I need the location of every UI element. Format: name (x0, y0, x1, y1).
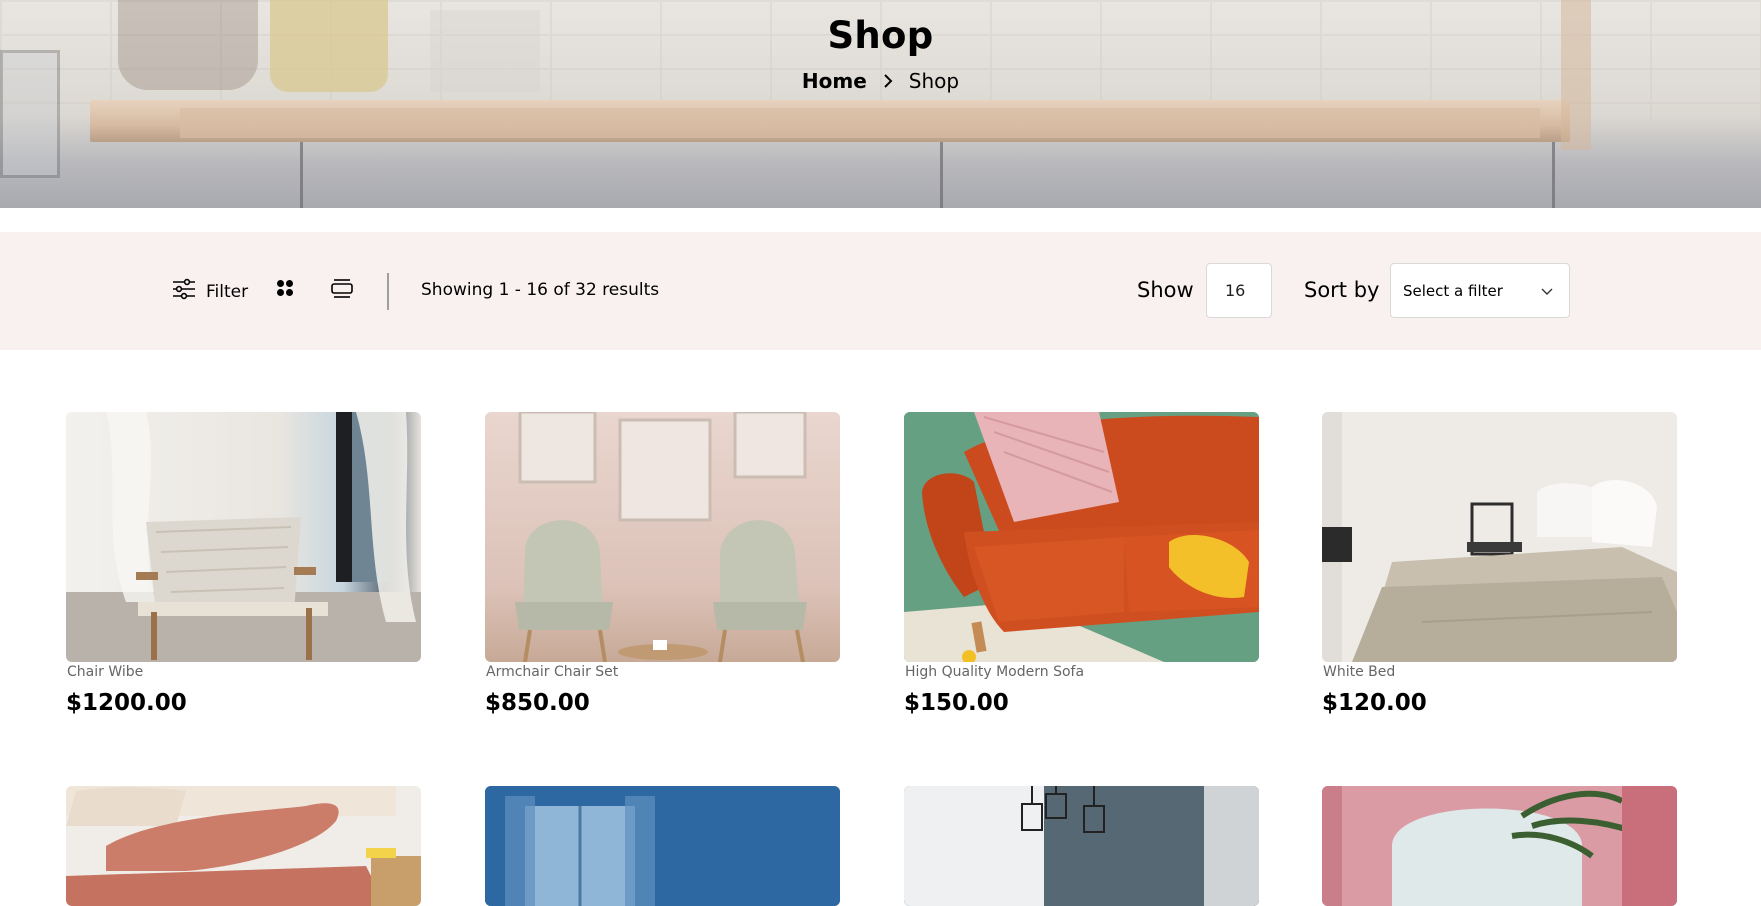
product-card[interactable] (485, 786, 840, 906)
filter-button[interactable]: Filter (172, 278, 248, 305)
hero-background-shelf-edge (180, 108, 1540, 138)
product-image-white-bed (1322, 412, 1677, 662)
grid-view-button[interactable] (276, 278, 298, 302)
breadcrumb: Home Shop (0, 69, 1761, 93)
product-price: $120.00 (1322, 690, 1427, 716)
sort-select[interactable]: Select a filter (1390, 263, 1570, 318)
product-image[interactable] (485, 412, 840, 662)
product-image[interactable] (66, 786, 421, 906)
product-price: $1200.00 (66, 690, 187, 716)
product-image[interactable] (1322, 786, 1677, 906)
hero-shelf-bracket (940, 142, 943, 208)
product-image-modern-sofa (904, 412, 1259, 662)
product-image[interactable] (66, 412, 421, 662)
product-image-bedding (66, 786, 421, 906)
product-card[interactable] (66, 786, 421, 906)
chevron-down-icon (1541, 282, 1553, 300)
product-image[interactable] (485, 786, 840, 906)
product-image[interactable] (904, 786, 1259, 906)
product-image-armchair-set (515, 412, 807, 662)
product-card[interactable]: High Quality Modern Sofa $150.00 (904, 412, 1259, 716)
product-name[interactable]: Chair Wibe (66, 664, 421, 680)
product-image-dining-room (904, 786, 1259, 906)
hero-shelf-bracket (1552, 142, 1555, 208)
product-image-blue-room (485, 786, 840, 906)
product-price: $150.00 (904, 690, 1009, 716)
product-image[interactable] (904, 412, 1259, 662)
product-card[interactable]: Armchair Chair Set $850.00 (485, 412, 840, 716)
product-image[interactable] (1322, 412, 1677, 662)
page-hero-banner: Shop Home Shop (0, 0, 1761, 208)
product-price: $850.00 (485, 690, 590, 716)
product-card[interactable]: Chair Wibe $1200.00 (66, 412, 421, 716)
hero-shelf-bracket (300, 142, 303, 208)
chevron-right-icon (879, 72, 897, 90)
product-name[interactable]: High Quality Modern Sofa (904, 664, 1259, 680)
list-view-button[interactable] (330, 278, 356, 302)
product-image-chair-wibe (66, 412, 421, 662)
shop-toolbar: Filter Showing 1 - 16 of 32 results Show… (0, 232, 1761, 350)
product-name[interactable]: Armchair Chair Set (485, 664, 840, 680)
sort-select-value: Select a filter (1403, 281, 1503, 300)
list-view-icon (330, 278, 354, 302)
product-card[interactable]: White Bed $120.00 (1322, 412, 1677, 716)
product-card[interactable] (1322, 786, 1677, 906)
sliders-icon (172, 278, 196, 305)
show-label: Show (1137, 278, 1194, 302)
page-title: Shop (827, 14, 934, 57)
filter-label: Filter (206, 281, 249, 302)
breadcrumb-home-link[interactable]: Home (802, 69, 867, 93)
product-image-arch-room (1322, 786, 1677, 906)
product-name[interactable]: White Bed (1322, 664, 1677, 680)
product-card[interactable] (904, 786, 1259, 906)
grid-view-icon (276, 279, 294, 301)
breadcrumb-current: Shop (908, 69, 960, 93)
sort-label: Sort by (1304, 278, 1380, 302)
results-count: Showing 1 - 16 of 32 results (421, 280, 660, 300)
toolbar-divider (387, 273, 389, 310)
items-per-page-input[interactable] (1206, 263, 1272, 318)
